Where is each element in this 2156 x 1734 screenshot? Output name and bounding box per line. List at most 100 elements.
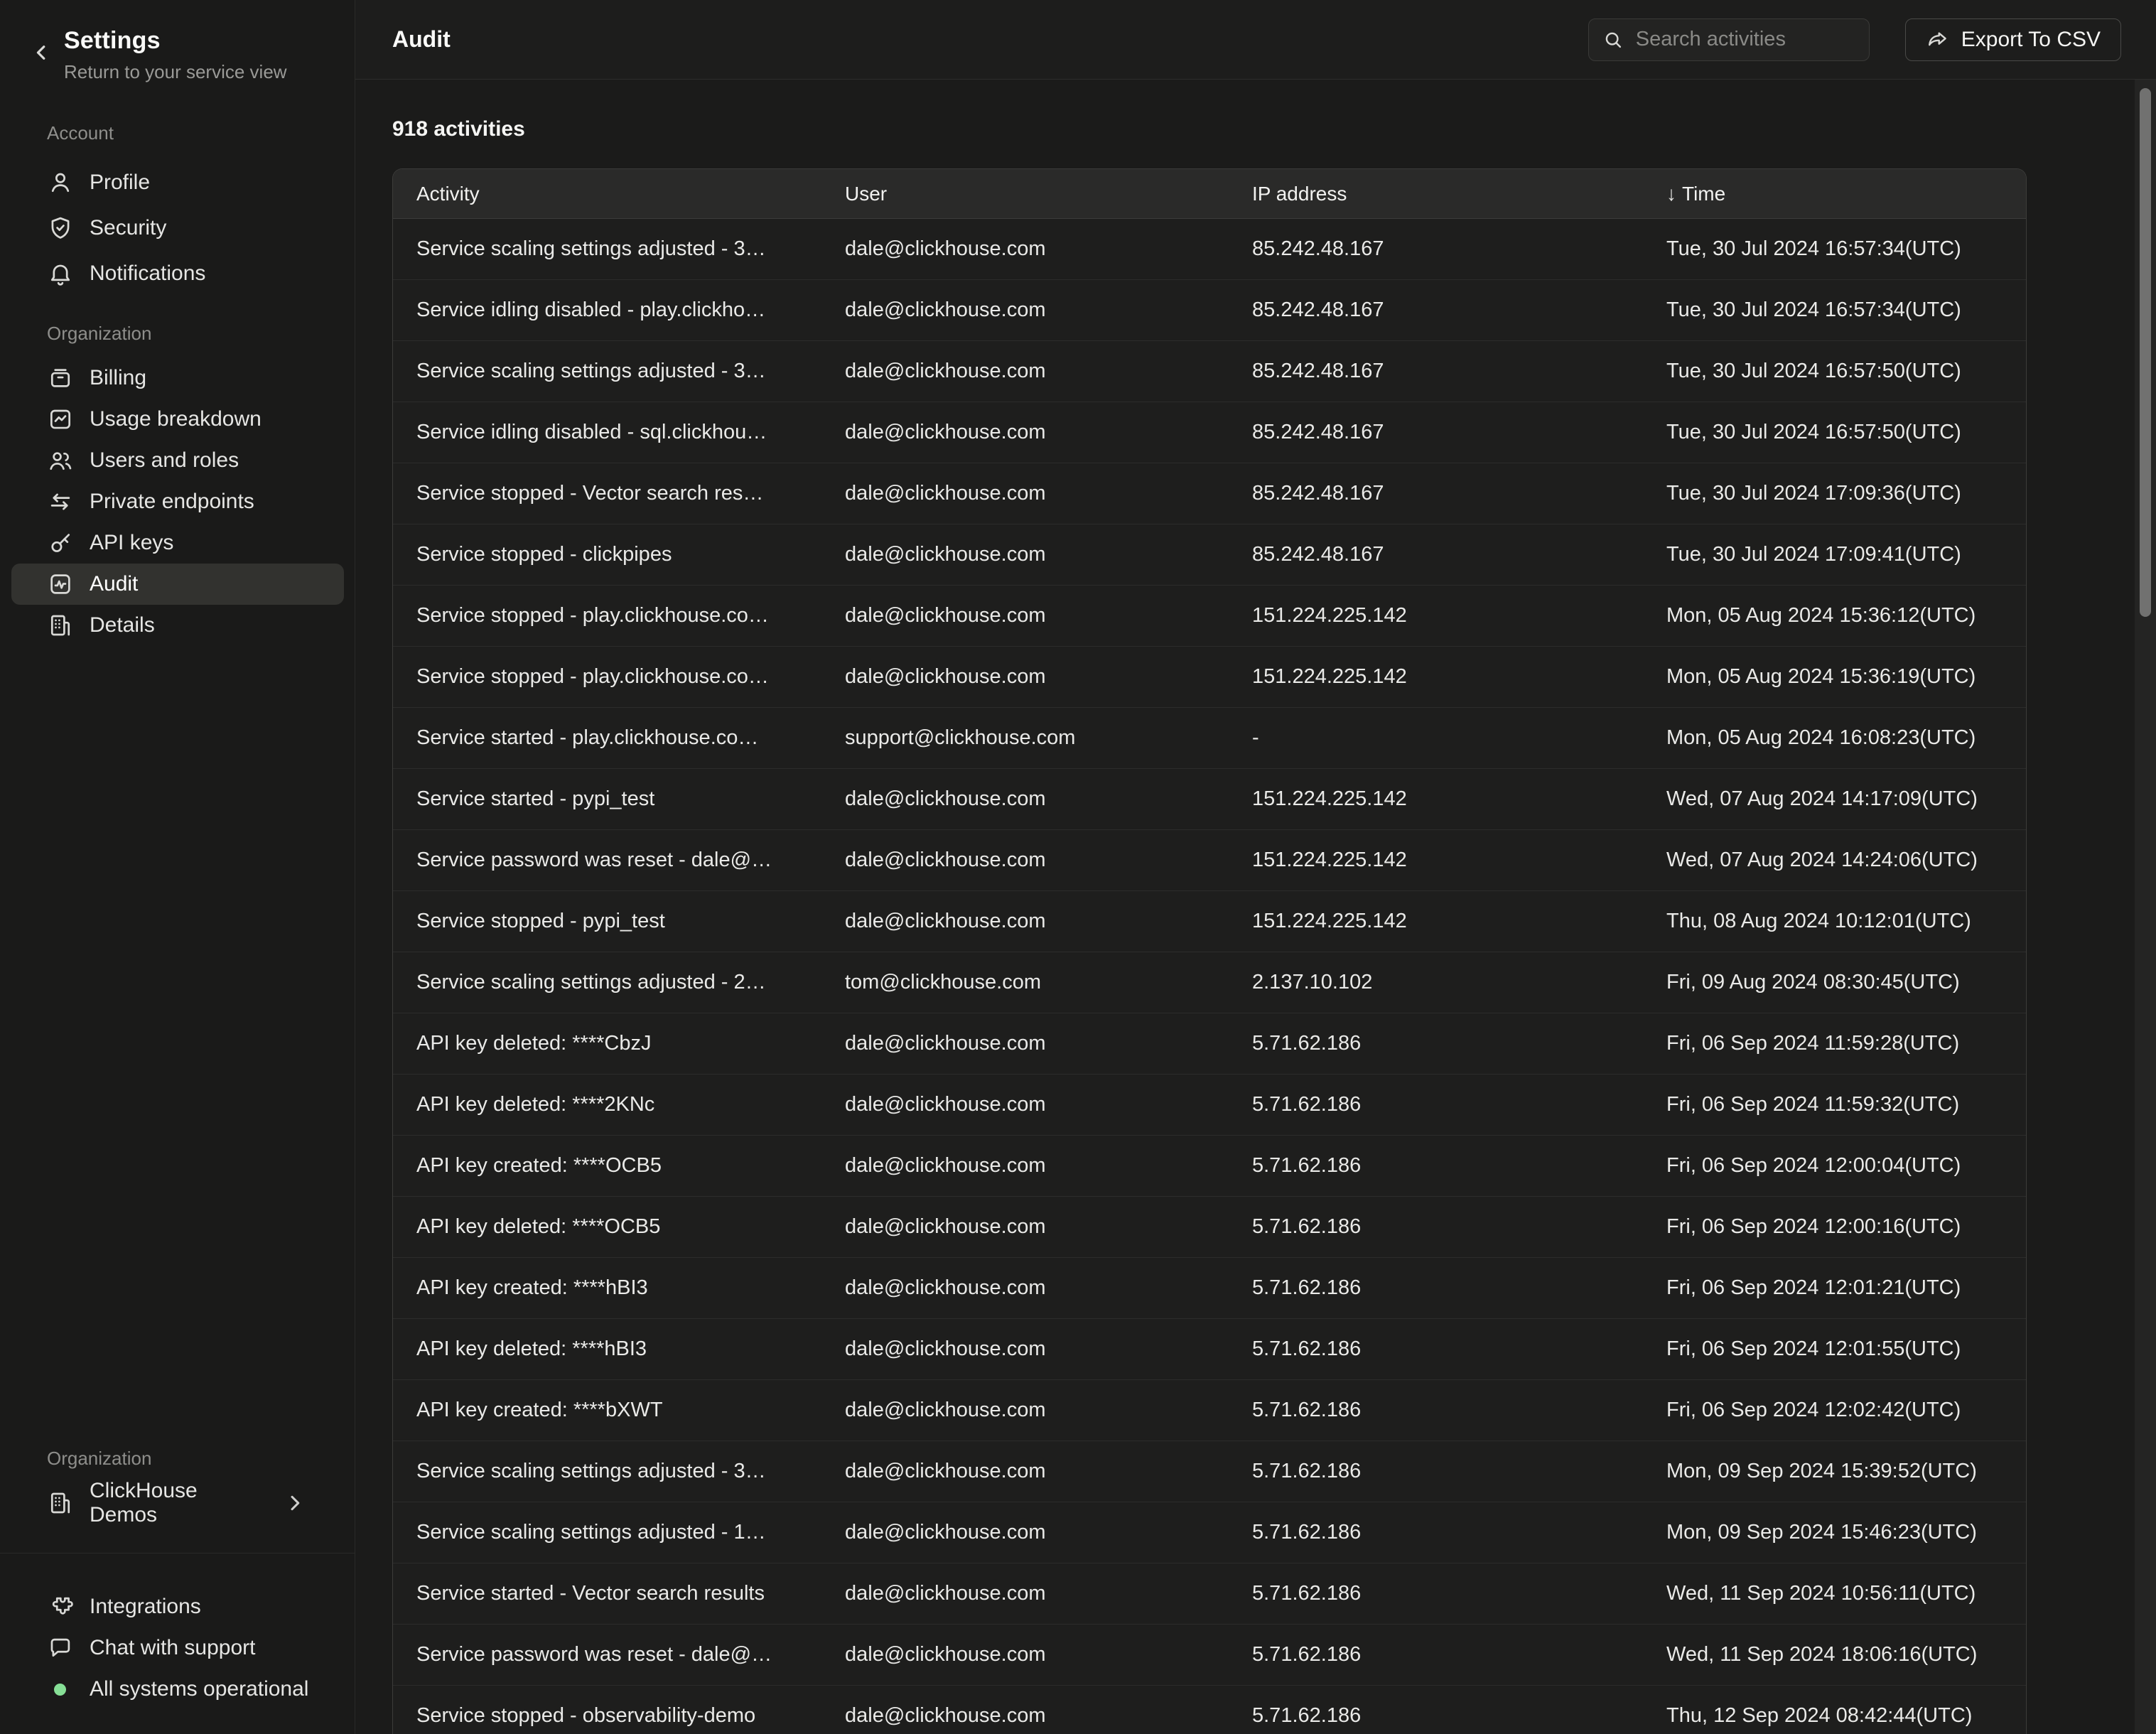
- time-cell: Fri, 06 Sep 2024 12:02:42(UTC): [1643, 1380, 2027, 1440]
- ip-cell: 5.71.62.186: [1229, 1136, 1643, 1196]
- sidebar-item-users-and-roles[interactable]: Users and roles: [11, 440, 344, 481]
- user-cell: dale@clickhouse.com: [821, 1502, 1229, 1563]
- table-row: API key deleted: ****2KNc dale@clickhous…: [393, 1075, 2026, 1136]
- column-header-ip[interactable]: IP address: [1229, 169, 1643, 218]
- puzzle-icon: [47, 1593, 74, 1620]
- sidebar-item-private-endpoints[interactable]: Private endpoints: [11, 481, 344, 522]
- ip-cell: 85.242.48.167: [1229, 463, 1643, 524]
- ip-cell: 85.242.48.167: [1229, 341, 1643, 402]
- table-row: Service scaling settings adjusted - 2… t…: [393, 952, 2026, 1013]
- activity-cell: API key deleted: ****CbzJ: [393, 1013, 821, 1074]
- activities-count: 918 activities: [392, 117, 525, 141]
- sidebar-item-integrations[interactable]: Integrations: [11, 1586, 344, 1627]
- time-cell: Fri, 06 Sep 2024 12:00:16(UTC): [1643, 1197, 2027, 1257]
- user-cell: dale@clickhouse.com: [821, 402, 1229, 463]
- page-topbar: Audit Export To CSV: [355, 0, 2156, 80]
- sidebar-item-profile[interactable]: Profile: [11, 160, 344, 205]
- search-icon: [1602, 28, 1624, 51]
- user-cell: dale@clickhouse.com: [821, 891, 1229, 952]
- time-cell: Wed, 11 Sep 2024 10:56:11(UTC): [1643, 1563, 2027, 1624]
- time-cell: Tue, 30 Jul 2024 16:57:50(UTC): [1643, 341, 2027, 402]
- table-row: Service scaling settings adjusted - 1… d…: [393, 1502, 2026, 1563]
- time-cell: Fri, 06 Sep 2024 11:59:32(UTC): [1643, 1075, 2027, 1135]
- search-input[interactable]: [1634, 27, 1856, 52]
- organization-name: ClickHouse Demos: [90, 1479, 266, 1527]
- bell-icon: [47, 260, 74, 287]
- ip-cell: 5.71.62.186: [1229, 1258, 1643, 1318]
- status-ok-dot: [54, 1684, 66, 1696]
- sidebar-item-audit[interactable]: Audit: [11, 564, 344, 605]
- time-cell: Wed, 11 Sep 2024 18:06:16(UTC): [1643, 1625, 2027, 1685]
- system-status[interactable]: All systems operational: [11, 1669, 344, 1710]
- user-cell: dale@clickhouse.com: [821, 1686, 1229, 1734]
- table-row: API key deleted: ****CbzJ dale@clickhous…: [393, 1013, 2026, 1075]
- table-row: Service idling disabled - sql.clickhou… …: [393, 402, 2026, 463]
- sidebar-item-label: Security: [90, 216, 166, 240]
- activity-square-icon: [47, 571, 74, 598]
- ip-cell: 5.71.62.186: [1229, 1625, 1643, 1685]
- sidebar-item-label: Private endpoints: [90, 490, 254, 514]
- time-cell: Fri, 06 Sep 2024 12:00:04(UTC): [1643, 1136, 2027, 1196]
- table-row: API key deleted: ****OCB5 dale@clickhous…: [393, 1197, 2026, 1258]
- back-button[interactable]: [28, 37, 60, 68]
- sidebar-item-details[interactable]: Details: [11, 605, 344, 646]
- ip-cell: 151.224.225.142: [1229, 769, 1643, 829]
- ip-cell: 5.71.62.186: [1229, 1013, 1643, 1074]
- swap-arrows-icon: [47, 488, 74, 515]
- user-cell: dale@clickhouse.com: [821, 1563, 1229, 1624]
- sidebar-item-notifications[interactable]: Notifications: [11, 251, 344, 296]
- ip-cell: 5.71.62.186: [1229, 1441, 1643, 1502]
- sidebar-item-chat-support[interactable]: Chat with support: [11, 1627, 344, 1669]
- user-cell: dale@clickhouse.com: [821, 769, 1229, 829]
- table-row: Service stopped - play.clickhouse.co… da…: [393, 586, 2026, 647]
- scrollbar-track[interactable]: [2135, 80, 2156, 1734]
- sidebar-item-usage-breakdown[interactable]: Usage breakdown: [11, 399, 344, 440]
- table-row: API key created: ****OCB5 dale@clickhous…: [393, 1136, 2026, 1197]
- activity-cell: API key created: ****OCB5: [393, 1136, 821, 1196]
- column-header-user[interactable]: User: [821, 169, 1229, 218]
- organization-switcher[interactable]: ClickHouse Demos: [11, 1482, 344, 1524]
- search-activities-box: [1588, 18, 1870, 61]
- ip-cell: 85.242.48.167: [1229, 402, 1643, 463]
- sidebar-item-label: API keys: [90, 531, 173, 555]
- shield-check-icon: [47, 215, 74, 242]
- time-cell: Mon, 05 Aug 2024 15:36:12(UTC): [1643, 586, 2027, 646]
- activity-cell: Service scaling settings adjusted - 3…: [393, 219, 821, 279]
- building-icon: [47, 1490, 74, 1517]
- table-row: Service stopped - play.clickhouse.co… da…: [393, 647, 2026, 708]
- activity-cell: API key deleted: ****hBI3: [393, 1319, 821, 1379]
- sidebar-item-api-keys[interactable]: API keys: [11, 522, 344, 564]
- usage-chart-icon: [47, 406, 74, 433]
- ip-cell: 5.71.62.186: [1229, 1686, 1643, 1734]
- user-cell: dale@clickhouse.com: [821, 1319, 1229, 1379]
- ip-cell: 151.224.225.142: [1229, 647, 1643, 707]
- sidebar-item-billing[interactable]: Billing: [11, 357, 344, 399]
- sidebar-item-label: Chat with support: [90, 1636, 255, 1660]
- user-cell: dale@clickhouse.com: [821, 1441, 1229, 1502]
- time-cell: Mon, 09 Sep 2024 15:39:52(UTC): [1643, 1441, 2027, 1502]
- export-csv-label: Export To CSV: [1961, 28, 2101, 52]
- sidebar-item-label: Users and roles: [90, 448, 239, 473]
- activity-cell: Service password was reset - dale@…: [393, 830, 821, 890]
- scrollbar-handle[interactable]: [2140, 88, 2151, 617]
- column-header-activity[interactable]: Activity: [393, 169, 821, 218]
- user-cell: dale@clickhouse.com: [821, 1013, 1229, 1074]
- sort-desc-icon: ↓: [1666, 183, 1676, 205]
- sidebar-item-security[interactable]: Security: [11, 205, 344, 251]
- activity-cell: Service stopped - pypi_test: [393, 891, 821, 952]
- activity-cell: Service scaling settings adjusted - 1…: [393, 1502, 821, 1563]
- export-csv-button[interactable]: Export To CSV: [1905, 18, 2121, 61]
- activity-cell: Service stopped - play.clickhouse.co…: [393, 647, 821, 707]
- column-header-time[interactable]: ↓ Time: [1643, 169, 2027, 218]
- section-label-account: Account: [47, 122, 114, 144]
- sidebar-item-label: Usage breakdown: [90, 407, 262, 431]
- activity-cell: Service scaling settings adjusted - 2…: [393, 952, 821, 1013]
- activity-cell: Service idling disabled - sql.clickhou…: [393, 402, 821, 463]
- activity-cell: API key created: ****hBI3: [393, 1258, 821, 1318]
- time-cell: Fri, 09 Aug 2024 08:30:45(UTC): [1643, 952, 2027, 1013]
- key-icon: [47, 529, 74, 556]
- export-arrow-icon: [1926, 28, 1950, 52]
- user-cell: dale@clickhouse.com: [821, 830, 1229, 890]
- chat-bubble-icon: [47, 1635, 74, 1662]
- chevron-left-icon: [28, 40, 60, 65]
